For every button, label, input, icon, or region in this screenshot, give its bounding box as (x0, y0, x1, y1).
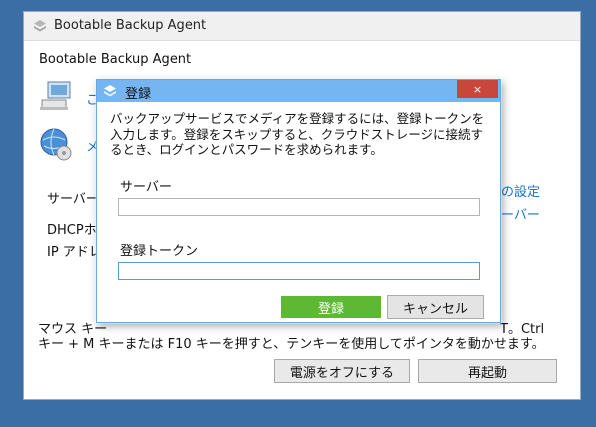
computer-icon[interactable] (38, 78, 74, 114)
server-link[interactable]: ーバー (501, 204, 540, 223)
window-title: Bootable Backup Agent (54, 18, 207, 33)
dhcp-label: DHCPホ (47, 223, 97, 238)
server-label: サーバー (120, 180, 172, 195)
dialog-title: 登録 (125, 87, 152, 102)
restart-button[interactable]: 再起動 (418, 359, 557, 383)
register-button[interactable]: 登録 (281, 296, 381, 318)
settings-link[interactable]: の設定 (501, 181, 540, 200)
cancel-button[interactable]: キャンセル (387, 295, 484, 319)
app-logo-icon (104, 85, 116, 97)
power-off-button[interactable]: 電源をオフにする (274, 359, 410, 383)
dialog-titlebar: 登録 × (97, 80, 500, 102)
agent-heading: Bootable Backup Agent (39, 52, 192, 67)
dialog-description: バックアップサービスでメディアを登録するには、登録トークンを入力します。登録をス… (110, 111, 485, 157)
register-dialog: 登録 × バックアップサービスでメディアを登録するには、登録トークンを入力します… (96, 79, 501, 323)
mouse-keys-text-line2: キー + M キーまたは F10 キーを押すと、テンキーを使用してポインタを動か… (38, 337, 545, 352)
close-button[interactable]: × (457, 80, 498, 98)
disc-globe-icon[interactable] (38, 126, 74, 162)
ip-address-label: IP アドレ (47, 245, 102, 260)
server-input[interactable] (118, 198, 480, 216)
main-window-titlebar: Bootable Backup Agent (24, 12, 580, 41)
app-logo-icon (34, 20, 46, 32)
token-input[interactable] (118, 262, 480, 280)
server-setting-label: サーバー (47, 192, 99, 207)
token-label: 登録トークン (120, 244, 199, 259)
close-icon: × (472, 82, 483, 96)
